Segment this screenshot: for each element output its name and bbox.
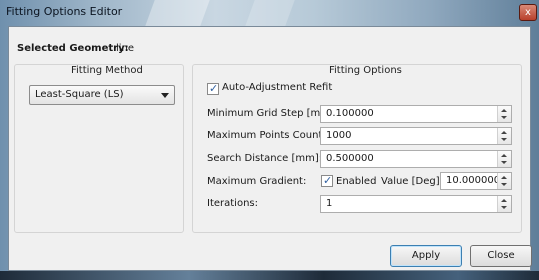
spin-down-icon[interactable] [501, 116, 507, 119]
max-points-count-field[interactable]: 1000 [320, 127, 512, 145]
max-points-count-label: Maximum Points Count: [207, 130, 326, 141]
window-title: Fitting Options Editor [6, 5, 123, 18]
max-gradient-label: Maximum Gradient: [207, 176, 307, 187]
search-distance-label: Search Distance [mm]: [207, 153, 323, 164]
close-button[interactable]: Close [470, 245, 532, 267]
window-close-button[interactable]: x [519, 4, 537, 21]
checkmark-icon: ✓ [323, 174, 333, 187]
spin-up-icon[interactable] [501, 199, 507, 202]
iterations-label: Iterations: [207, 198, 258, 209]
search-distance-value: 0.500000 [326, 153, 374, 164]
checkmark-icon: ✓ [209, 82, 219, 95]
fitting-method-title: Fitting Method [68, 65, 146, 76]
spin-down-icon[interactable] [501, 183, 507, 186]
max-gradient-value-field[interactable]: 10.000000 [440, 172, 512, 190]
spin-down-icon[interactable] [501, 161, 507, 164]
max-gradient-enabled-label: Enabled [336, 176, 377, 187]
chevron-down-icon [161, 93, 169, 98]
fitting-method-selected: Least-Square (LS) [35, 89, 124, 100]
iterations-field[interactable]: 1 [320, 195, 512, 213]
title-bar[interactable]: Fitting Options Editor x [0, 0, 539, 26]
spin-buttons[interactable] [497, 196, 511, 212]
spin-buttons[interactable] [497, 128, 511, 144]
spin-buttons[interactable] [497, 106, 511, 122]
max-gradient-enabled-checkbox[interactable]: ✓ [321, 174, 333, 187]
title-glare [145, 0, 210, 26]
fitting-method-dropdown[interactable]: Least-Square (LS) [29, 85, 175, 105]
auto-adjustment-refit-checkbox[interactable]: ✓ [207, 82, 219, 95]
spin-up-icon[interactable] [501, 154, 507, 157]
selected-geometry-label: Selected Geometry: [17, 43, 129, 54]
spin-up-icon[interactable] [501, 176, 507, 179]
spin-up-icon[interactable] [501, 109, 507, 112]
max-points-count-value: 1000 [326, 130, 352, 141]
min-grid-step-label: Minimum Grid Step [mm]: [207, 108, 338, 119]
spin-up-icon[interactable] [501, 131, 507, 134]
spin-down-icon[interactable] [501, 206, 507, 209]
search-distance-field[interactable]: 0.500000 [320, 150, 512, 168]
min-grid-step-value: 0.100000 [326, 108, 374, 119]
spin-buttons[interactable] [497, 151, 511, 167]
apply-button[interactable]: Apply [390, 245, 462, 267]
window-bottom-edge [0, 271, 539, 280]
title-glare [245, 0, 295, 26]
selected-geometry-value: line [116, 43, 135, 54]
fitting-options-title: Fitting Options [326, 65, 405, 76]
auto-adjustment-refit-label: Auto-Adjustment Refit [222, 82, 333, 93]
max-gradient-value-label: Value [Deg]: [381, 176, 444, 187]
spin-down-icon[interactable] [501, 138, 507, 141]
iterations-value: 1 [326, 198, 333, 209]
spin-buttons[interactable] [497, 173, 511, 189]
max-gradient-value: 10.000000 [446, 175, 501, 186]
min-grid-step-field[interactable]: 0.100000 [320, 105, 512, 123]
